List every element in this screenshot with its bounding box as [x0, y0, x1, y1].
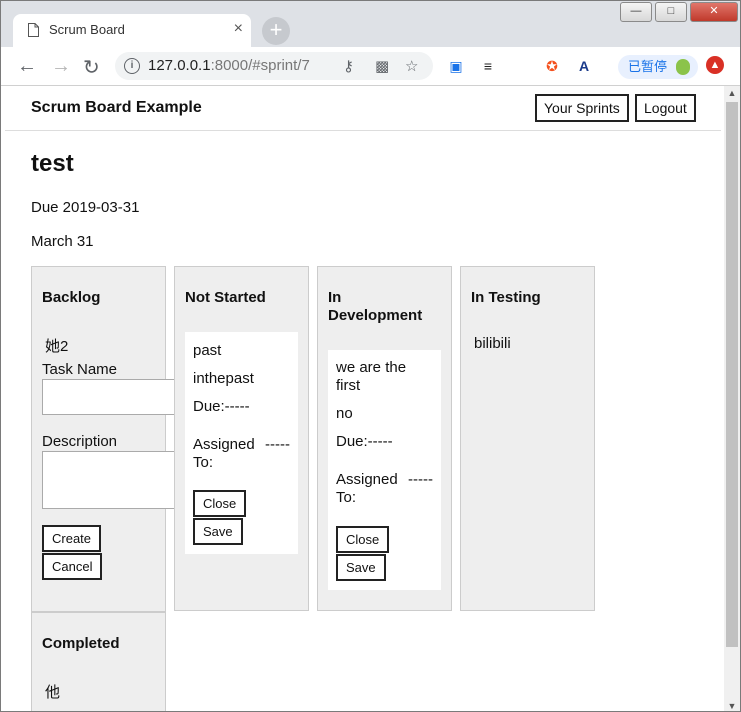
browser-toolbar: ← → ↻ i 127.0.0.1:8000/#sprint/7 ⚷ ▩ ☆ ▣…: [1, 47, 740, 86]
task-due: Due:-----: [193, 398, 250, 415]
paused-label: 已暂停: [628, 59, 668, 74]
url-path: :8000/#sprint/7: [210, 57, 310, 74]
task-item[interactable]: bilibili: [474, 335, 511, 352]
task-item[interactable]: 她2: [45, 335, 68, 356]
task-description: inthepast: [193, 370, 254, 387]
tab-close-icon[interactable]: ×: [234, 20, 243, 38]
minimize-button[interactable]: —: [620, 2, 652, 22]
column-completed: Completed 他: [31, 611, 166, 711]
close-card-button[interactable]: Close: [336, 526, 390, 553]
assigned-label: Assigned To:: [193, 436, 255, 471]
scrollbar-thumb[interactable]: [726, 102, 738, 647]
cancel-button[interactable]: Cancel: [42, 553, 103, 580]
task-description: no: [336, 405, 353, 422]
reload-icon[interactable]: ↻: [83, 55, 100, 80]
task-card[interactable]: we are the first no Due:----- Assigned T…: [328, 350, 441, 590]
cast-extension-icon[interactable]: ▣: [447, 57, 465, 75]
url-text: 127.0.0.1:8000/#sprint/7: [148, 57, 310, 74]
assigned-label: Assigned To:: [336, 471, 398, 506]
task-name-label: Task Name: [42, 361, 118, 378]
profile-paused-pill[interactable]: 已暂停: [618, 55, 698, 79]
bookmark-star-icon[interactable]: ☆: [405, 57, 418, 75]
assigned-value: -----: [408, 471, 433, 488]
site-info-icon[interactable]: i: [124, 58, 140, 74]
back-icon[interactable]: ←: [17, 55, 37, 78]
description-label: Description: [42, 433, 118, 450]
page-scrollbar[interactable]: ▲ ▼: [724, 86, 740, 711]
assigned-value: -----: [265, 436, 290, 453]
forward-icon[interactable]: →: [51, 55, 71, 78]
save-card-button[interactable]: Save: [336, 554, 386, 581]
column-in-development: In Development we are the first no Due:-…: [317, 266, 452, 611]
save-card-button[interactable]: Save: [193, 518, 243, 545]
sprint-due-date: Due 2019-03-31: [31, 199, 140, 216]
tab-strip: Scrum Board × + — □ ✕: [1, 1, 740, 47]
brand-title[interactable]: Scrum Board Example: [31, 99, 202, 117]
sprint-title: test: [31, 150, 74, 177]
column-backlog: Backlog 她2 Task Name Description Create …: [31, 266, 182, 612]
avatar: [676, 59, 690, 75]
scroll-down-icon[interactable]: ▼: [724, 701, 740, 711]
reader-extension-icon[interactable]: ≡: [479, 57, 497, 75]
sprint-end-date: March 31: [31, 233, 94, 250]
task-card[interactable]: past inthepast Due:----- Assigned To: --…: [185, 332, 298, 554]
task-item[interactable]: 他: [45, 681, 60, 702]
browser-tab[interactable]: Scrum Board ×: [13, 14, 251, 47]
update-icon[interactable]: ▲: [706, 56, 724, 74]
task-name: we are the first: [336, 359, 407, 394]
address-bar[interactable]: i 127.0.0.1:8000/#sprint/7 ⚷ ▩ ☆: [115, 52, 433, 80]
page-icon: [28, 23, 39, 37]
column-not-started: Not Started past inthepast Due:----- Ass…: [174, 266, 309, 611]
task-name: past: [193, 342, 222, 359]
app-navbar: Scrum Board Example Your Sprints Logout: [5, 86, 721, 131]
new-tab-button[interactable]: +: [262, 17, 290, 45]
a-extension-icon[interactable]: A: [575, 57, 593, 75]
translate-icon[interactable]: ▩: [375, 57, 389, 75]
window-controls: — □ ✕: [620, 2, 738, 22]
window-close-button[interactable]: ✕: [690, 2, 738, 22]
create-button[interactable]: Create: [42, 525, 102, 552]
key-icon[interactable]: ⚷: [343, 57, 354, 75]
column-title: Not Started: [185, 289, 266, 306]
column-title: In Development: [328, 289, 423, 324]
tab-title: Scrum Board: [49, 22, 125, 37]
description-input[interactable]: [42, 451, 182, 509]
column-in-testing: In Testing bilibili: [460, 266, 595, 611]
column-title: Completed: [42, 635, 120, 652]
browser-window: Scrum Board × + — □ ✕ ← → ↻ i 127.0.0.1:…: [0, 0, 741, 712]
scroll-up-icon[interactable]: ▲: [724, 88, 740, 98]
close-card-button[interactable]: Close: [193, 490, 247, 517]
maximize-button[interactable]: □: [655, 2, 687, 22]
column-title: Backlog: [42, 289, 101, 306]
logout-button[interactable]: Logout: [635, 94, 696, 122]
your-sprints-button[interactable]: Your Sprints: [535, 94, 629, 122]
task-name-input[interactable]: [42, 379, 182, 415]
page-content: Scrum Board Example Your Sprints Logout …: [5, 86, 721, 711]
task-due: Due:-----: [336, 433, 393, 450]
url-host: 127.0.0.1: [148, 57, 211, 74]
orange-extension-icon[interactable]: ✪: [543, 57, 561, 75]
column-title: In Testing: [471, 289, 541, 306]
